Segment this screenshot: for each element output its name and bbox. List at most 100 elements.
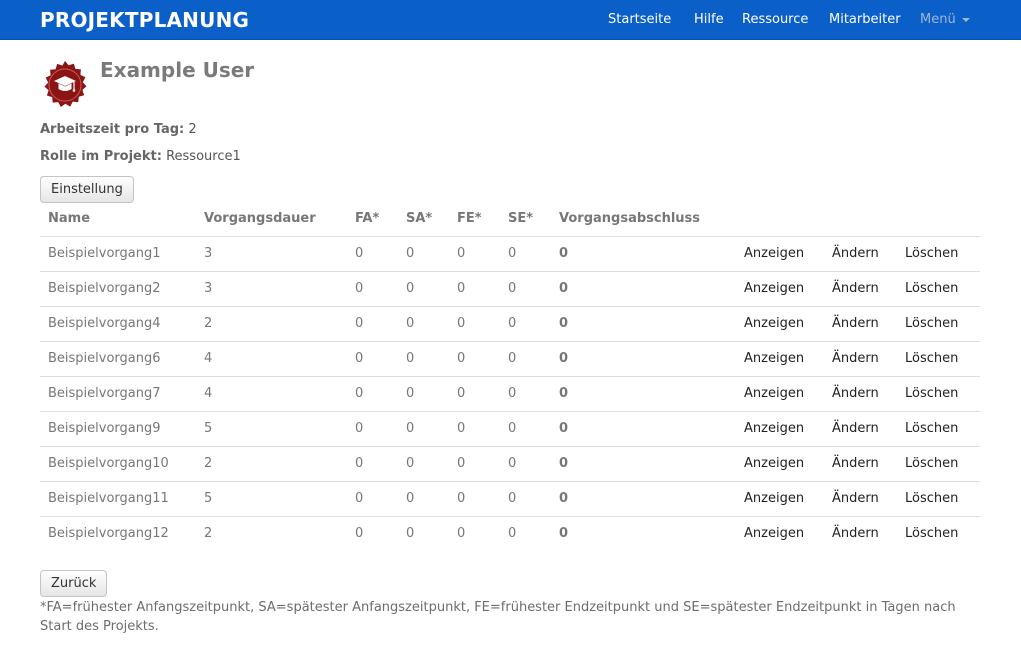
delete-link[interactable]: Löschen: [905, 421, 958, 436]
header-completion: Vorgangsabschluss: [559, 211, 701, 227]
header-fe: FE*: [457, 211, 482, 227]
cell-action-delete: Löschen: [897, 445, 980, 481]
cell-completion: 0: [551, 305, 736, 341]
header-action-show: [736, 202, 824, 236]
edit-link[interactable]: Ändern: [832, 386, 879, 401]
delete-link[interactable]: Löschen: [905, 316, 958, 331]
cell-se: 0: [500, 445, 551, 481]
nav-item-ressource[interactable]: Ressource: [742, 12, 808, 27]
cell-se: 0: [500, 410, 551, 446]
show-link[interactable]: Anzeigen: [744, 421, 804, 436]
header-se: SE*: [508, 211, 534, 227]
show-link[interactable]: Anzeigen: [744, 526, 804, 541]
table-row: Beispielvorgang2 3 0 0 0 0 0 Anzeigen Ändern Lösc…: [40, 270, 980, 306]
show-link[interactable]: Anzeigen: [744, 351, 804, 366]
cell-name: Beispielvorgang4: [40, 305, 196, 341]
cell-action-delete: Löschen: [897, 480, 980, 516]
cell-duration: 4: [196, 340, 347, 376]
footnote: *FA=frühester Anfangszeitpunkt, SA=späte…: [40, 600, 956, 634]
brand-logo[interactable]: PROJEKTPLANUNG: [40, 8, 249, 32]
delete-link[interactable]: Löschen: [905, 526, 958, 541]
cell-action-show: Anzeigen: [736, 480, 824, 516]
delete-link[interactable]: Löschen: [905, 386, 958, 401]
cell-action-edit: Ändern: [824, 235, 897, 271]
role-label: Rolle im Projekt:: [40, 149, 162, 164]
cell-duration: 4: [196, 375, 347, 411]
cell-action-delete: Löschen: [897, 515, 980, 551]
cell-fa: 0: [347, 375, 398, 411]
edit-link[interactable]: Ändern: [832, 351, 879, 366]
show-link[interactable]: Anzeigen: [744, 316, 804, 331]
cell-action-delete: Löschen: [897, 375, 980, 411]
delete-link[interactable]: Löschen: [905, 491, 958, 506]
edit-link[interactable]: Ändern: [832, 526, 879, 541]
edit-link[interactable]: Ändern: [832, 246, 879, 261]
cell-action-edit: Ändern: [824, 410, 897, 446]
cell-action-show: Anzeigen: [736, 445, 824, 481]
cell-se: 0: [500, 375, 551, 411]
cell-action-edit: Ändern: [824, 375, 897, 411]
cell-action-show: Anzeigen: [736, 270, 824, 306]
cell-se: 0: [500, 480, 551, 516]
cell-action-edit: Ändern: [824, 515, 897, 551]
cell-fa: 0: [347, 410, 398, 446]
show-link[interactable]: Anzeigen: [744, 386, 804, 401]
nav-item-hilfe[interactable]: Hilfe: [694, 12, 724, 27]
table-header-row: Name Vorgangsdauer FA* SA* FE* SE* Vorga…: [40, 202, 980, 236]
worktime-label: Arbeitszeit pro Tag:: [40, 122, 185, 137]
cell-fe: 0: [449, 445, 500, 481]
cell-completion: 0: [551, 445, 736, 481]
cell-fa: 0: [347, 340, 398, 376]
cell-name: Beispielvorgang9: [40, 410, 196, 446]
cell-name: Beispielvorgang10: [40, 445, 196, 481]
header-name: Name: [48, 211, 91, 227]
cell-name: Beispielvorgang6: [40, 340, 196, 376]
edit-link[interactable]: Ändern: [832, 491, 879, 506]
edit-link[interactable]: Ändern: [832, 421, 879, 436]
cell-fe: 0: [449, 235, 500, 271]
cell-sa: 0: [398, 515, 449, 551]
delete-link[interactable]: Löschen: [905, 246, 958, 261]
show-link[interactable]: Anzeigen: [744, 246, 804, 261]
cell-duration: 2: [196, 445, 347, 481]
table-row: Beispielvorgang7 4 0 0 0 0 0 Anzeigen Ändern Lösc…: [40, 375, 980, 411]
show-link[interactable]: Anzeigen: [744, 456, 804, 471]
cell-completion: 0: [551, 270, 736, 306]
cell-sa: 0: [398, 270, 449, 306]
graduation-cap-seal-icon: [44, 61, 87, 107]
edit-link[interactable]: Ändern: [832, 281, 879, 296]
delete-link[interactable]: Löschen: [905, 281, 958, 296]
delete-link[interactable]: Löschen: [905, 456, 958, 471]
cell-se: 0: [500, 305, 551, 341]
table-row: Beispielvorgang1 3 0 0 0 0 0 Anzeigen Ändern Lösc…: [40, 235, 980, 271]
cell-fa: 0: [347, 235, 398, 271]
cell-fa: 0: [347, 515, 398, 551]
cell-action-delete: Löschen: [897, 410, 980, 446]
cell-fa: 0: [347, 480, 398, 516]
settings-button[interactable]: Einstellung: [40, 176, 134, 203]
edit-link[interactable]: Ändern: [832, 316, 879, 331]
cell-action-edit: Ändern: [824, 445, 897, 481]
top-navbar: PROJEKTPLANUNG Startseite Hilfe Ressourc…: [0, 0, 1021, 40]
table-row: Beispielvorgang4 2 0 0 0 0 0 Anzeigen Ändern Lösc…: [40, 305, 980, 341]
show-link[interactable]: Anzeigen: [744, 491, 804, 506]
cell-fe: 0: [449, 375, 500, 411]
nav-item-menu-label: Menü: [920, 12, 956, 27]
nav-item-menu-dropdown[interactable]: Menü: [920, 12, 970, 27]
nav-item-startseite[interactable]: Startseite: [608, 12, 671, 27]
table-body: Beispielvorgang1 3 0 0 0 0 0 Anzeigen Ändern Lösc…: [40, 235, 980, 551]
cell-action-delete: Löschen: [897, 270, 980, 306]
table-row: Beispielvorgang12 2 0 0 0 0 0 Anzeigen Ändern Lös…: [40, 515, 980, 551]
edit-link[interactable]: Ändern: [832, 456, 879, 471]
delete-link[interactable]: Löschen: [905, 351, 958, 366]
user-name: Example User: [100, 58, 255, 82]
cell-fe: 0: [449, 270, 500, 306]
cell-action-show: Anzeigen: [736, 235, 824, 271]
show-link[interactable]: Anzeigen: [744, 281, 804, 296]
cell-duration: 2: [196, 515, 347, 551]
table-row: Beispielvorgang11 5 0 0 0 0 0 Anzeigen Ändern Lös…: [40, 480, 980, 516]
nav-item-mitarbeiter[interactable]: Mitarbeiter: [829, 12, 901, 27]
cell-action-edit: Ändern: [824, 340, 897, 376]
cell-name: Beispielvorgang7: [40, 375, 196, 411]
back-button[interactable]: Zurück: [40, 570, 108, 597]
